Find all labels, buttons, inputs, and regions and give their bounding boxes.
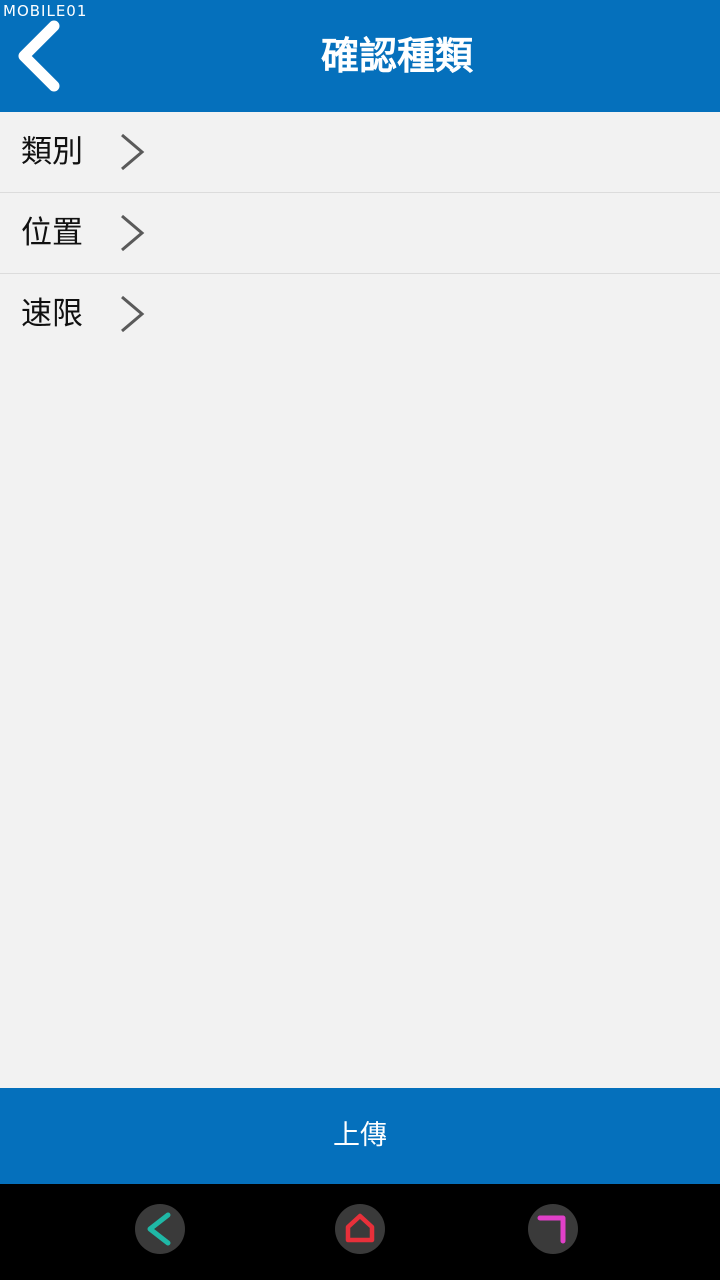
app-header: MOBILE01 確認種類 xyxy=(0,0,720,112)
list-item-speed-limit[interactable]: 速限 xyxy=(0,274,720,354)
system-nav-bar xyxy=(0,1184,720,1280)
back-icon xyxy=(147,1212,171,1246)
list-item-location[interactable]: 位置 xyxy=(0,193,720,274)
page-title: 確認種類 xyxy=(320,34,473,78)
list-item-category[interactable]: 類別 xyxy=(0,112,720,193)
option-list: 類別 位置 速限 xyxy=(0,112,720,354)
chevron-right-icon xyxy=(121,295,145,333)
chevron-right-icon xyxy=(121,214,145,252)
upload-button[interactable]: 上傳 xyxy=(0,1088,720,1184)
nav-recent-button[interactable] xyxy=(528,1204,578,1254)
nav-back-button[interactable] xyxy=(135,1204,185,1254)
nav-home-button[interactable] xyxy=(335,1204,385,1254)
list-item-label: 類別 xyxy=(21,134,83,170)
chevron-right-icon xyxy=(121,133,145,171)
list-item-label: 位置 xyxy=(21,215,83,251)
home-icon xyxy=(345,1213,375,1243)
list-item-label: 速限 xyxy=(21,296,83,332)
recent-apps-icon xyxy=(537,1215,566,1244)
